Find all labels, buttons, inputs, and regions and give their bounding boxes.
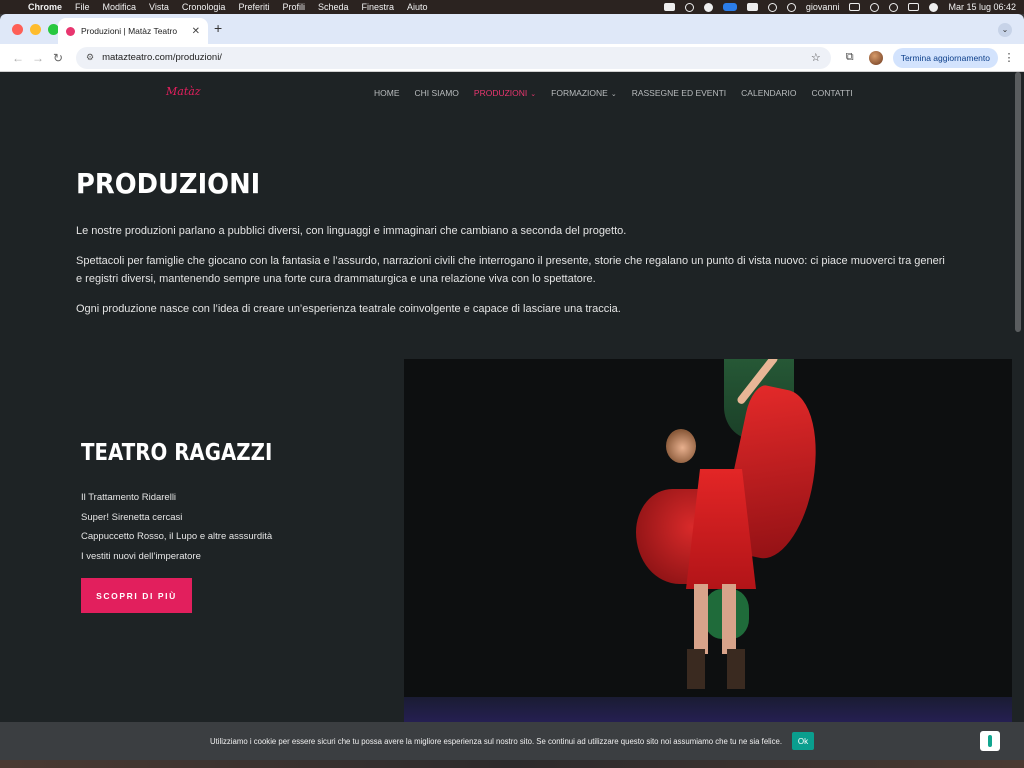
address-bar[interactable]: ⚙ matazteatro.com/produzioni/ ☆ [76,46,831,69]
cookie-notice-text: Utilizziamo i cookie per essere sicuri c… [209,736,783,746]
list-item: I vestiti nuovi dell’imperatore [81,550,201,562]
browser-tab-active[interactable]: Produzioni | Matàz Teatro ✕ [58,18,208,44]
main-navigation: HOME CHI SIAMO PRODUZIONI ⌄ FORMAZIONE ⌄ R… [374,88,853,98]
battery-icon[interactable] [849,3,861,11]
intro-section: PRODUZIONI Le nostre produzioni parlano … [76,167,946,318]
close-tab-icon[interactable]: ✕ [192,26,200,37]
nav-calendario[interactable]: CALENDARIO [741,88,796,98]
cookie-ok-button[interactable]: Ok [792,732,815,750]
nav-formazione[interactable]: FORMAZIONE ⌄ [551,88,617,98]
window-controls [12,24,59,35]
cookie-banner: Utilizziamo i cookie per essere sicuri c… [0,722,1024,760]
tab-strip: Produzioni | Matàz Teatro ✕ + ⌄ [0,14,1024,44]
tab-search-chevron-icon[interactable]: ⌄ [998,23,1012,37]
extensions-puzzle-icon[interactable]: ⧉ [839,51,861,64]
control-center-icon[interactable] [908,3,920,11]
bluetooth-icon[interactable] [767,2,777,12]
input-source-icon[interactable] [746,3,758,11]
intro-paragraph: Spettacoli per famiglie che giocano con … [76,255,945,285]
nav-rassegne-ed-eventi[interactable]: RASSEGNE ED EVENTI [632,88,726,98]
nav-produzioni[interactable]: PRODUZIONI ⌄ [474,88,536,98]
menubar-username[interactable]: giovanni [806,2,840,12]
menubar-status-area: giovanni Mar 15 lug 06:42 [663,2,1016,12]
site-info-icon[interactable]: ⚙ [86,52,94,63]
menu-finestra[interactable]: Finestra [362,2,395,12]
menu-app-chrome[interactable]: Chrome [28,2,62,12]
macos-menubar: Chrome File Modifica Vista Cronologia Pr… [0,0,1024,14]
desktop-background [0,760,1024,768]
menu-cronologia[interactable]: Cronologia [182,2,226,12]
browser-window: Produzioni | Matàz Teatro ✕ + ⌄ ← → ↻ ⚙ … [0,14,1024,760]
menubar-clock[interactable]: Mar 15 lug 06:42 [948,2,1016,12]
chevron-down-icon: ⌄ [530,91,537,98]
time-machine-icon[interactable] [870,2,880,12]
profile-avatar[interactable] [868,50,883,65]
production-list: Il Trattamento Ridarelli Super! Sirenett… [81,492,381,570]
menu-vista[interactable]: Vista [149,2,169,12]
menu-preferiti[interactable]: Preferiti [238,2,269,12]
site-favicon-icon [66,26,75,36]
site-header: Matàz HOME CHI SIAMO PRODUZIONI ⌄ FORMAZI… [0,72,1024,114]
page-title: PRODUZIONI [76,167,261,200]
web-page: Matàz HOME CHI SIAMO PRODUZIONI ⌄ FORMAZI… [0,72,1024,760]
wifi-icon[interactable] [786,2,796,12]
accessibility-widget-icon[interactable] [980,731,1000,751]
intro-paragraph: Le nostre produzioni parlano a pubblici … [76,225,627,237]
menu-scheda[interactable]: Scheda [318,2,349,12]
menu-profili[interactable]: Profili [282,2,305,12]
nav-chi-siamo[interactable]: CHI SIAMO [415,88,459,98]
reload-icon[interactable]: ↻ [48,51,68,65]
chevron-down-icon: ⌄ [610,91,617,98]
finish-update-button[interactable]: Termina aggiornamento [892,47,998,68]
creative-cloud-icon[interactable] [684,2,694,12]
menu-file[interactable]: File [75,2,90,12]
spotlight-search-icon[interactable] [889,2,899,12]
back-arrow-icon[interactable]: ← [8,51,28,65]
more-menu-icon[interactable]: ⋮ [1002,51,1016,64]
menu-aiuto[interactable]: Aiuto [407,2,428,12]
section-title: TEATRO RAGAZZI [81,440,273,466]
malwarebytes-icon[interactable] [703,2,713,12]
siri-icon[interactable] [929,2,939,12]
bookmark-star-icon[interactable]: ☆ [811,51,821,64]
close-window-button[interactable] [12,24,23,35]
site-logo[interactable]: Matàz [166,85,201,98]
list-item: Super! Sirenetta cercasi [81,511,183,523]
teatro-ragazzi-section: TEATRO RAGAZZI Il Trattamento Ridarelli … [81,440,381,613]
nav-produzioni-label: PRODUZIONI [473,88,528,98]
performer-stage-photo [404,359,1012,729]
scopri-di-piu-button[interactable]: SCOPRI DI PIÙ [81,578,192,613]
forward-arrow-icon[interactable]: → [28,51,48,65]
nav-formazione-label: FORMAZIONE [551,88,608,98]
list-item: Cappuccetto Rosso, il Lupo e altre asssu… [81,531,273,542]
new-tab-plus-icon[interactable]: + [214,20,222,36]
app-status-icon[interactable] [722,3,737,11]
intro-paragraph: Ogni produzione nasce con l’idea di crea… [76,303,621,315]
tab-title: Produzioni | Matàz Teatro [81,26,178,36]
nav-contatti[interactable]: CONTATTI [811,88,852,98]
minimize-window-button[interactable] [30,24,41,35]
nav-home[interactable]: HOME [374,88,400,98]
address-bar-url[interactable]: matazteatro.com/produzioni/ [102,52,811,63]
menu-modifica[interactable]: Modifica [103,2,137,12]
browser-toolbar: ← → ↻ ⚙ matazteatro.com/produzioni/ ☆ ⧉ … [0,44,1024,72]
list-item: Il Trattamento Ridarelli [81,492,177,503]
dropbox-icon[interactable] [663,3,675,11]
